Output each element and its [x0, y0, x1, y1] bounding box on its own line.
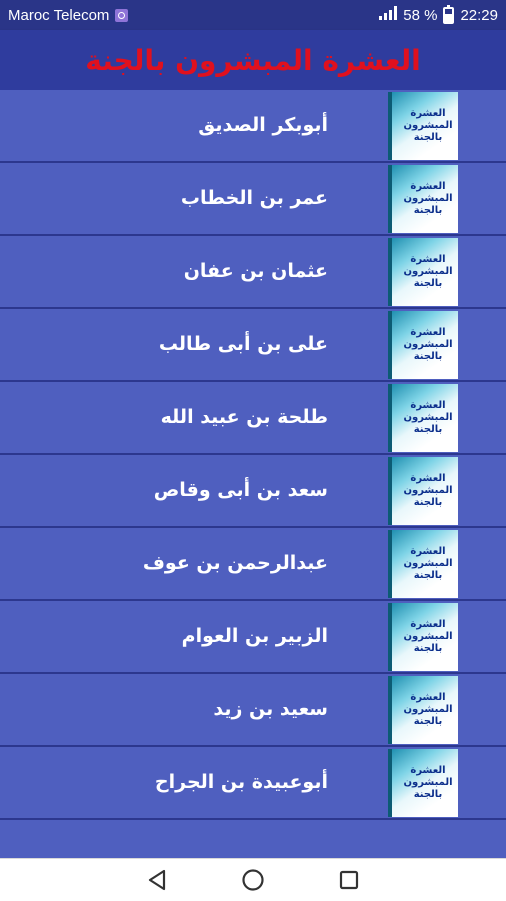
- list-item-label: عمر بن الخطاب: [180, 187, 328, 209]
- list-item[interactable]: سعد بن أبى وقاص العشرة المبشرون بالجنة: [0, 455, 506, 528]
- list-item-label: أبوعبيدة بن الجراح: [154, 771, 328, 793]
- app-header: العشرة المبشرون بالجنة: [0, 30, 506, 90]
- list-item-thumbnail: العشرة المبشرون بالجنة: [388, 676, 458, 744]
- list-item-thumbnail: العشرة المبشرون بالجنة: [388, 457, 458, 525]
- list-item-label: أبوبكر الصديق: [198, 114, 328, 136]
- thumbnail-text: العشرة المبشرون بالجنة: [403, 108, 453, 143]
- thumbnail-text: العشرة المبشرون بالجنة: [403, 400, 453, 435]
- thumbnail-text: العشرة المبشرون بالجنة: [403, 254, 453, 289]
- list-item-thumbnail: العشرة المبشرون بالجنة: [388, 749, 458, 817]
- thumbnail-text: العشرة المبشرون بالجنة: [403, 327, 453, 362]
- list-item-label: طلحة بن عبيد الله: [160, 406, 328, 428]
- home-button[interactable]: [240, 867, 266, 893]
- carrier-name: Maroc Telecom: [8, 6, 110, 24]
- list-item-thumbnail: العشرة المبشرون بالجنة: [388, 603, 458, 671]
- list-item-label: سعد بن أبى وقاص: [153, 479, 328, 501]
- thumbnail-text: العشرة المبشرون بالجنة: [403, 473, 453, 508]
- battery-fill: [445, 13, 453, 22]
- battery-icon: [443, 4, 455, 24]
- signal-icon: [379, 6, 398, 24]
- status-bar: Maroc Telecom 58 % 22:29: [0, 0, 506, 30]
- thumbnail-text: العشرة المبشرون بالجنة: [403, 692, 453, 727]
- list-item[interactable]: على بن أبى طالب العشرة المبشرون بالجنة: [0, 309, 506, 382]
- list-item-thumbnail: العشرة المبشرون بالجنة: [388, 311, 458, 379]
- recents-button[interactable]: [336, 867, 362, 893]
- battery-percent: 58 %: [403, 6, 438, 24]
- recents-icon: [339, 870, 359, 890]
- thumbnail-text: العشرة المبشرون بالجنة: [403, 546, 453, 581]
- list-item[interactable]: عثمان بن عفان العشرة المبشرون بالجنة: [0, 236, 506, 309]
- companions-list: أبوبكر الصديق العشرة المبشرون بالجنة عمر…: [0, 90, 506, 858]
- list-item[interactable]: أبوعبيدة بن الجراح العشرة المبشرون بالجن…: [0, 747, 506, 820]
- list-item[interactable]: أبوبكر الصديق العشرة المبشرون بالجنة: [0, 90, 506, 163]
- list-item[interactable]: عمر بن الخطاب العشرة المبشرون بالجنة: [0, 163, 506, 236]
- status-bar-right: 58 % 22:29: [379, 4, 498, 24]
- back-icon: [148, 869, 166, 891]
- thumbnail-text: العشرة المبشرون بالجنة: [403, 181, 453, 216]
- list-item-label: عثمان بن عفان: [183, 260, 328, 282]
- thumbnail-text: العشرة المبشرون بالجنة: [403, 765, 453, 800]
- list-item[interactable]: عبدالرحمن بن عوف العشرة المبشرون بالجنة: [0, 528, 506, 601]
- list-item-label: الزبير بن العوام: [181, 625, 328, 647]
- back-button[interactable]: [144, 867, 170, 893]
- list-item[interactable]: طلحة بن عبيد الله العشرة المبشرون بالجنة: [0, 382, 506, 455]
- list-item-thumbnail: العشرة المبشرون بالجنة: [388, 238, 458, 306]
- list-item-label: على بن أبى طالب: [158, 333, 328, 355]
- list-item-thumbnail: العشرة المبشرون بالجنة: [388, 384, 458, 452]
- status-bar-left: Maroc Telecom: [8, 6, 129, 24]
- list-item[interactable]: سعيد بن زيد العشرة المبشرون بالجنة: [0, 674, 506, 747]
- list-item-label: عبدالرحمن بن عوف: [142, 552, 328, 574]
- list-item-thumbnail: العشرة المبشرون بالجنة: [388, 530, 458, 598]
- home-icon: [242, 869, 264, 891]
- clock: 22:29: [460, 6, 498, 24]
- list-item-label: سعيد بن زيد: [213, 698, 328, 720]
- navigation-bar: [0, 858, 506, 901]
- page-title: العشرة المبشرون بالجنة: [85, 43, 421, 77]
- list-item-thumbnail: العشرة المبشرون بالجنة: [388, 92, 458, 160]
- carrier-badge-icon: [115, 8, 129, 22]
- thumbnail-text: العشرة المبشرون بالجنة: [403, 619, 453, 654]
- list-item-thumbnail: العشرة المبشرون بالجنة: [388, 165, 458, 233]
- list-item[interactable]: الزبير بن العوام العشرة المبشرون بالجنة: [0, 601, 506, 674]
